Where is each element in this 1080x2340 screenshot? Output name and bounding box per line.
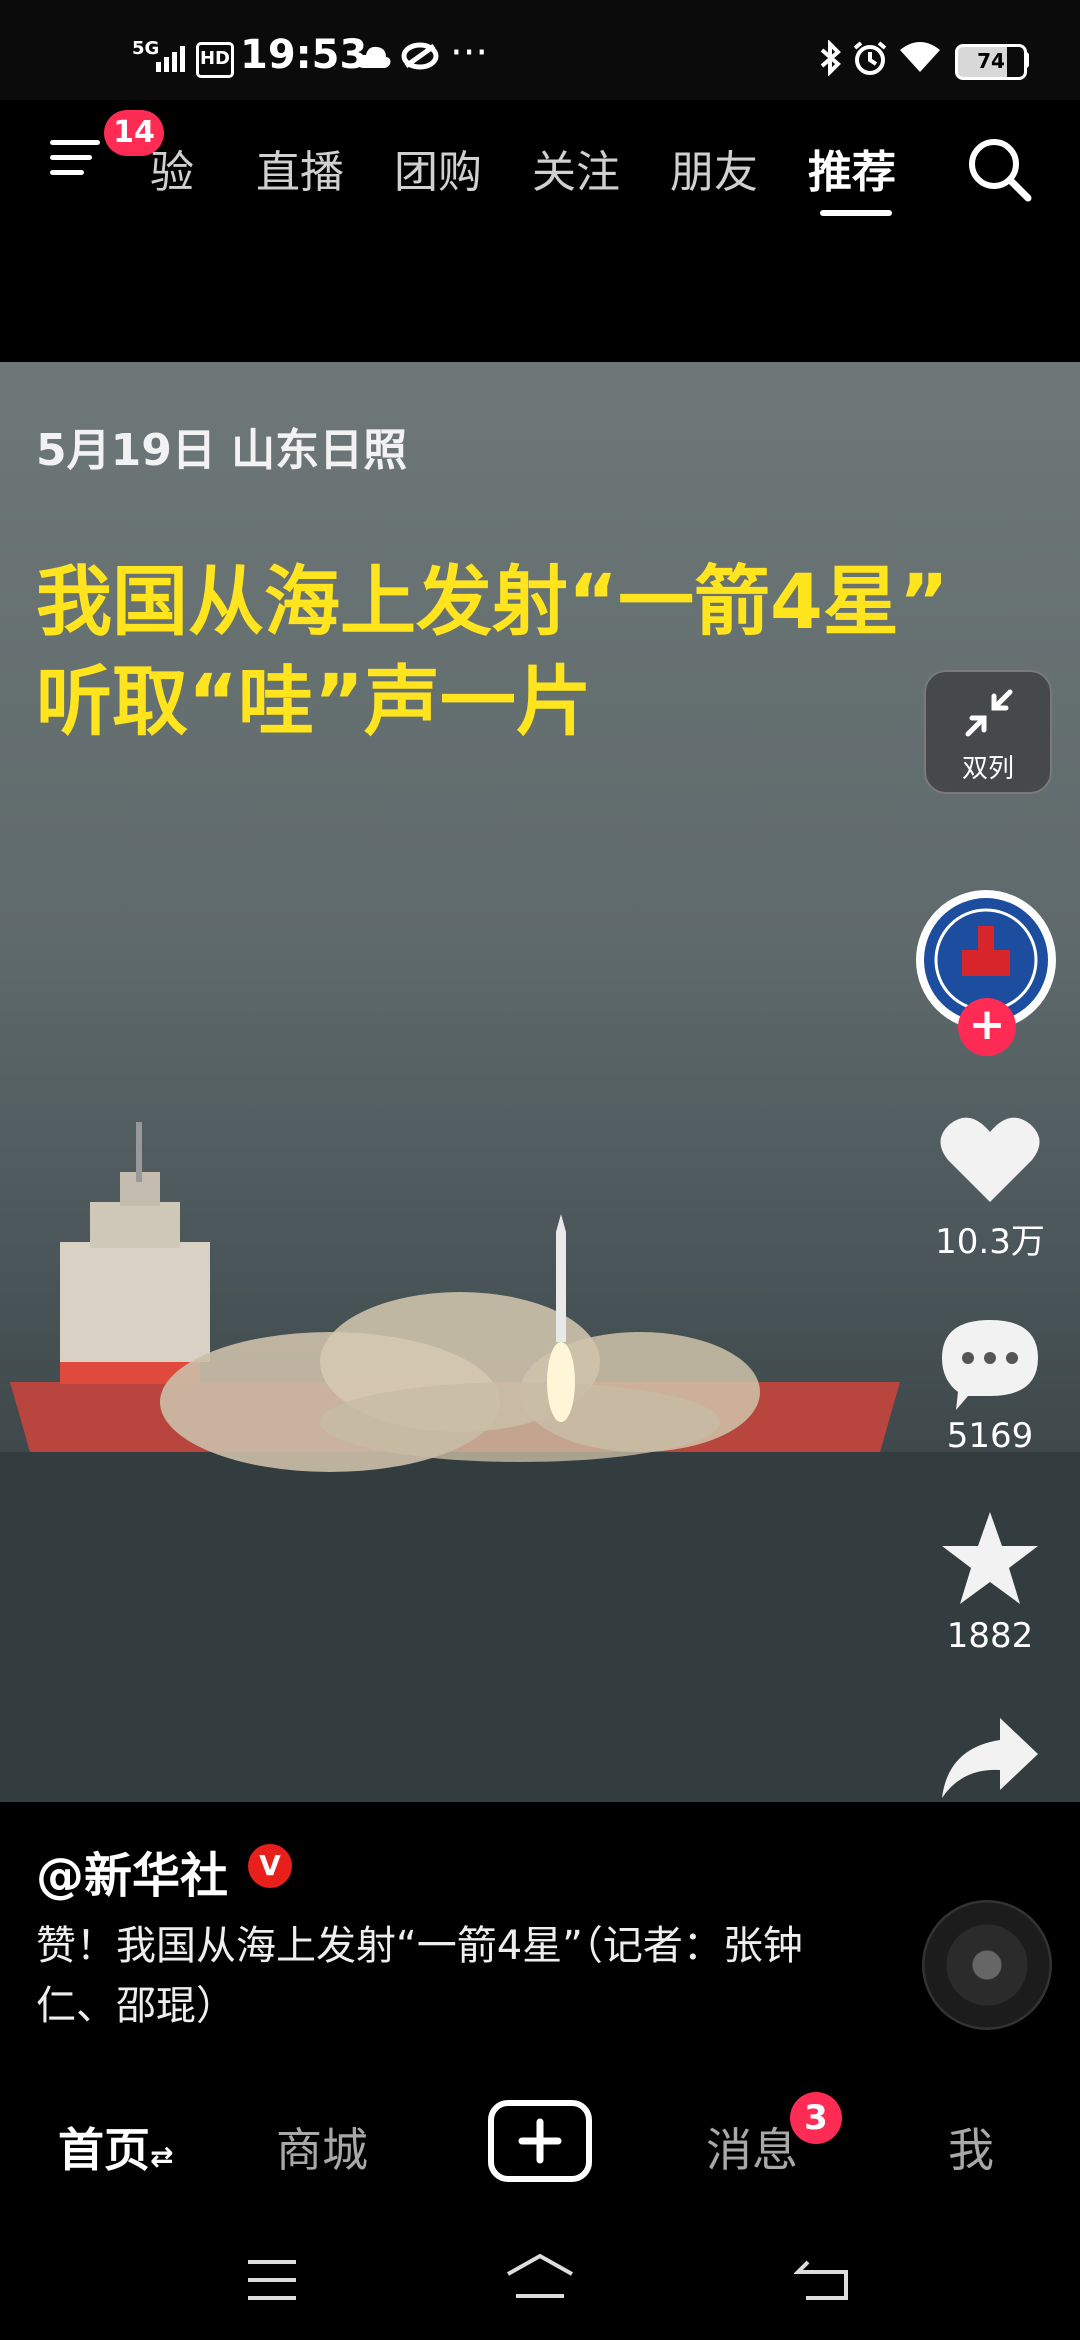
comment-count: 5169 bbox=[946, 1416, 1034, 1456]
plus-icon bbox=[518, 2118, 562, 2164]
heart-icon[interactable] bbox=[938, 1110, 1042, 1210]
wifi-icon bbox=[900, 42, 940, 72]
music-disc-icon[interactable] bbox=[922, 1900, 1052, 2030]
active-tab-indicator bbox=[820, 210, 892, 216]
share-icon[interactable] bbox=[938, 1712, 1042, 1802]
video-overlay-headline: 我国从海上发射“一箭4星” 听取“哇”声一片 bbox=[36, 552, 949, 752]
tab-live[interactable]: 直播 bbox=[256, 136, 344, 200]
star-icon[interactable] bbox=[938, 1508, 1042, 1608]
video-player[interactable]: 5月19日 山东日照 我国从海上发射“一箭4星” 听取“哇”声一片 双列 + 1… bbox=[0, 362, 1080, 1802]
bluetooth-icon bbox=[820, 40, 841, 76]
nav-mall[interactable]: 商城 bbox=[276, 2114, 368, 2180]
battery-tip bbox=[1024, 52, 1029, 68]
collapse-icon bbox=[965, 689, 1013, 737]
cloud-icon bbox=[357, 46, 391, 68]
status-bar: 5G HD 19:53 ··· 74 bbox=[0, 0, 1080, 100]
nav-messages[interactable]: 消息 bbox=[706, 2114, 798, 2180]
verified-icon: V bbox=[248, 1844, 292, 1888]
messages-badge: 3 bbox=[790, 2092, 842, 2144]
clock: 19:53 bbox=[240, 32, 368, 78]
hd-icon: HD bbox=[196, 42, 234, 78]
video-overlay-date: 5月19日 山东日照 bbox=[36, 425, 408, 476]
system-nav-bar bbox=[0, 2212, 1080, 2340]
create-button[interactable] bbox=[488, 2100, 592, 2182]
battery-icon: 74 bbox=[955, 44, 1027, 80]
dual-column-label: 双列 bbox=[961, 754, 1014, 784]
nav-home[interactable]: 首页⇄ bbox=[58, 2114, 173, 2180]
alarm-icon bbox=[853, 41, 887, 75]
tab-experience[interactable]: 验 bbox=[150, 136, 194, 200]
recent-apps-icon[interactable] bbox=[244, 2258, 300, 2302]
dual-column-button[interactable]: 双列 bbox=[924, 670, 1052, 794]
menu-icon[interactable] bbox=[50, 140, 100, 180]
follow-button[interactable]: + bbox=[958, 998, 1016, 1056]
tab-group-buy[interactable]: 团购 bbox=[394, 136, 482, 200]
tab-recommended[interactable]: 推荐 bbox=[808, 136, 896, 200]
like-count: 10.3万 bbox=[935, 1222, 1045, 1262]
headline-line-2: 听取“哇”声一片 bbox=[36, 657, 592, 746]
comment-icon[interactable] bbox=[938, 1314, 1042, 1414]
switch-icon: ⇄ bbox=[150, 2140, 174, 2173]
author-name[interactable]: @新华社 bbox=[36, 1836, 228, 1906]
sync-icon bbox=[401, 42, 439, 70]
nav-me[interactable]: 我 bbox=[948, 2114, 994, 2180]
back-icon[interactable] bbox=[794, 2256, 852, 2302]
tab-friends[interactable]: 朋友 bbox=[670, 136, 758, 200]
headline-line-1: 我国从海上发射“一箭4星” bbox=[36, 557, 949, 646]
favorite-count: 1882 bbox=[946, 1616, 1034, 1656]
home-icon[interactable] bbox=[504, 2252, 576, 2300]
tab-following[interactable]: 关注 bbox=[532, 136, 620, 200]
nav-home-label: 首页 bbox=[58, 2123, 150, 2177]
post-description[interactable]: 赞！我国从海上发射“一箭4星”（记者：张钟仁、邵琨） bbox=[36, 1916, 836, 2036]
search-icon[interactable] bbox=[964, 134, 1034, 204]
more-status-icon: ··· bbox=[450, 30, 489, 76]
signal-icon bbox=[156, 46, 185, 72]
